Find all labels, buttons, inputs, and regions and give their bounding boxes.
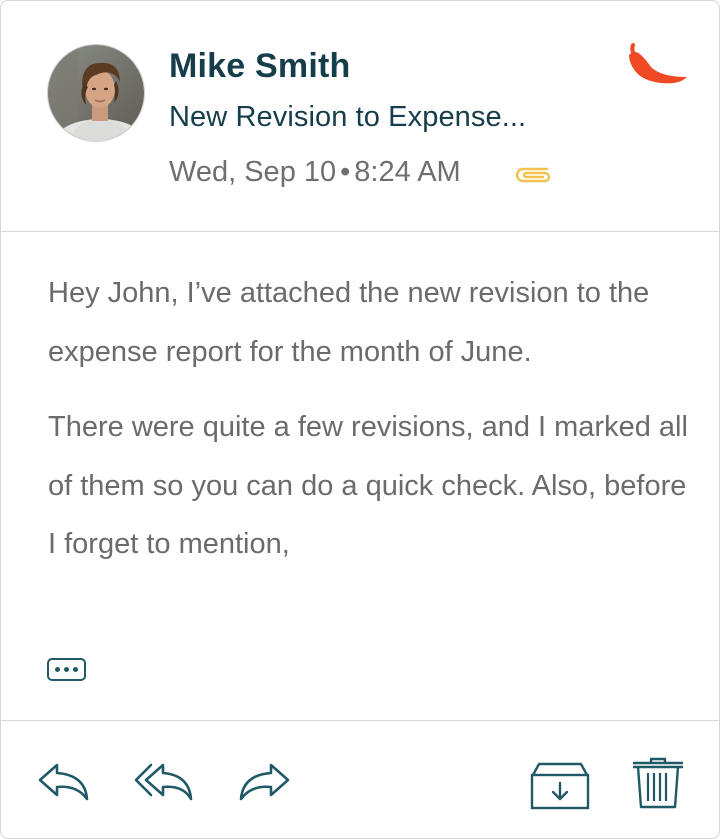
- archive-icon: [530, 762, 590, 810]
- meta-separator: •: [340, 156, 351, 188]
- email-card: Mike Smith New Revision to Expense... We…: [0, 0, 720, 839]
- ellipsis-dot: [55, 667, 60, 672]
- reply-all-button[interactable]: [133, 761, 195, 803]
- delete-button[interactable]: [631, 757, 685, 811]
- chili-pepper-icon[interactable]: [627, 41, 689, 89]
- forward-button[interactable]: [237, 761, 291, 803]
- archive-button[interactable]: [529, 761, 591, 811]
- reply-icon: [38, 763, 89, 801]
- header-divider: [1, 231, 719, 232]
- email-timestamp: Wed, Sep 10 • 8:24 AM: [169, 156, 461, 189]
- action-toolbar: [1, 721, 719, 838]
- trash-icon: [633, 757, 683, 809]
- email-header: Mike Smith New Revision to Expense... We…: [1, 1, 719, 231]
- body-paragraph: There were quite a few revisions, and I …: [48, 411, 688, 560]
- avatar: [47, 44, 145, 142]
- reply-button[interactable]: [37, 761, 91, 803]
- email-time: 8:24 AM: [354, 156, 461, 188]
- reply-all-icon: [134, 763, 193, 801]
- sender-name: Mike Smith: [169, 47, 351, 85]
- body-paragraph: Hey John, I’ve attached the new revision…: [48, 277, 650, 368]
- avatar-photo: [48, 45, 144, 141]
- ellipsis-dot: [64, 667, 69, 672]
- email-subject: New Revision to Expense...: [169, 101, 527, 133]
- show-more-button[interactable]: [47, 658, 86, 681]
- forward-icon: [239, 763, 290, 801]
- ellipsis-dot: [73, 667, 78, 672]
- email-body: Hey John, I’ve attached the new revision…: [48, 264, 688, 591]
- email-date: Wed, Sep 10: [169, 156, 337, 188]
- paperclip-icon: [513, 164, 555, 186]
